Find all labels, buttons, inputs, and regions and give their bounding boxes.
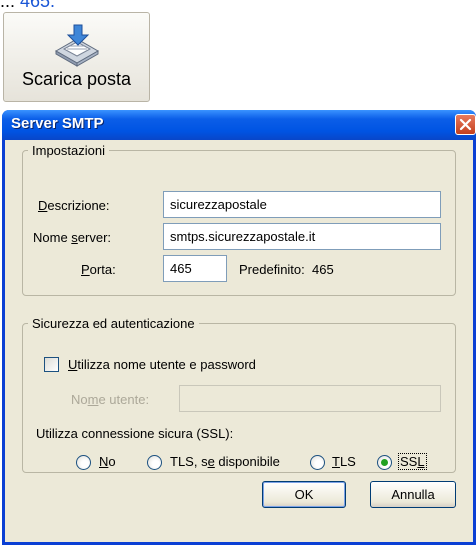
settings-legend: Impostazioni <box>32 143 105 158</box>
radio-no[interactable] <box>76 455 91 470</box>
download-mail-label: Scarica posta <box>21 69 132 89</box>
server-name-field[interactable]: smtps.sicurezzapostale.it <box>163 223 441 250</box>
top-text-prefix: ..: <box>0 0 21 11</box>
ssl-prompt: Utilizza connessione sicura (SSL): <box>36 426 234 441</box>
download-mail-icon <box>54 24 100 67</box>
close-icon <box>459 118 472 131</box>
cancel-button[interactable]: Annulla <box>370 481 456 508</box>
radio-no-label[interactable]: No <box>99 454 116 469</box>
smtp-server-dialog: Server SMTP Impostazioni Descrizione: si… <box>2 110 476 545</box>
description-field[interactable]: sicurezzapostale <box>163 191 441 218</box>
default-port-value: 465 <box>312 262 334 277</box>
username-field <box>179 385 441 412</box>
radio-ssl-label[interactable]: SSL <box>398 453 427 470</box>
download-mail-button[interactable]: Scarica posta <box>3 12 150 102</box>
radio-ssl[interactable] <box>377 455 392 470</box>
security-legend: Sicurezza ed autenticazione <box>32 316 195 331</box>
use-auth-checkbox[interactable] <box>44 357 59 372</box>
close-button[interactable] <box>455 114 476 135</box>
username-label: Nome utente: <box>71 392 150 407</box>
top-text-link[interactable]: 465. <box>20 0 55 11</box>
dialog-title: Server SMTP <box>11 115 104 132</box>
server-name-label: Nome server: <box>33 230 112 245</box>
radio-tls-if-available[interactable] <box>147 455 162 470</box>
port-label: Porta: <box>81 262 116 277</box>
top-text-fragment: ..: 465. <box>0 0 55 12</box>
radio-tls-label[interactable]: TLS <box>332 454 356 469</box>
default-port-label: Predefinito: <box>239 262 305 277</box>
radio-tls[interactable] <box>310 455 325 470</box>
port-field[interactable]: 465 <box>163 255 227 282</box>
description-label: Descrizione: <box>38 198 110 213</box>
settings-group: Impostazioni Descrizione: sicurezzaposta… <box>22 143 456 296</box>
dialog-titlebar[interactable]: Server SMTP <box>2 110 476 140</box>
default-port-text: Predefinito: 465 <box>239 262 334 277</box>
radio-tls-if-available-label[interactable]: TLS, se disponibile <box>170 454 280 469</box>
ok-button[interactable]: OK <box>262 481 346 508</box>
security-group: Sicurezza ed autenticazione Utilizza nom… <box>22 316 456 473</box>
use-auth-label[interactable]: Utilizza nome utente e password <box>68 357 256 372</box>
